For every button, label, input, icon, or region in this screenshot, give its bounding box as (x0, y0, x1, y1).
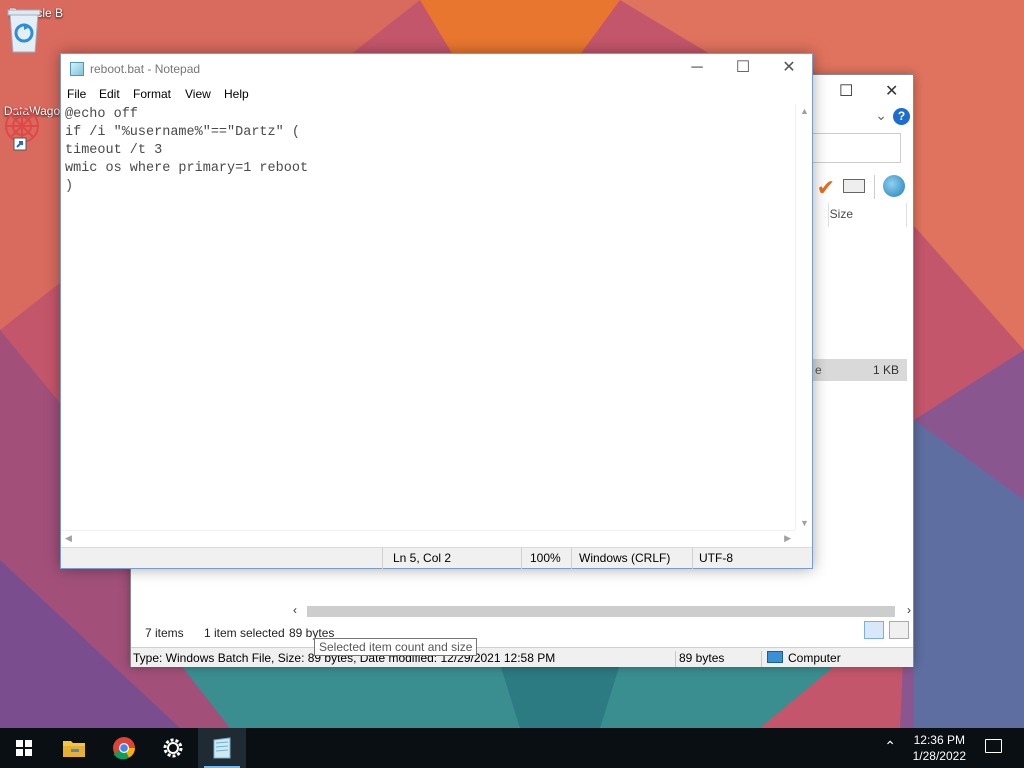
large-icons-view-icon[interactable] (889, 621, 909, 639)
menu-view[interactable]: View (185, 87, 211, 101)
menu-file[interactable]: File (67, 87, 86, 101)
maximize-icon[interactable]: ☐ (720, 54, 766, 84)
divider (521, 548, 522, 569)
window-title: reboot.bat - Notepad (90, 62, 201, 76)
divider (571, 548, 572, 569)
item-count: 7 items (145, 626, 184, 640)
explorer-details-bar: Type: Windows Batch File, Size: 89 bytes… (131, 647, 913, 667)
chrome-icon (113, 737, 135, 760)
taskbar-settings[interactable] (149, 728, 197, 768)
vertical-scrollbar[interactable]: ▲ ▼ (795, 104, 812, 530)
maximize-icon[interactable]: ☐ (839, 81, 853, 101)
divider (675, 651, 676, 667)
details-size: 89 bytes (679, 651, 725, 665)
divider (692, 548, 693, 569)
taskbar-clock[interactable]: 12:36 PM 1/28/2022 (913, 732, 966, 764)
close-icon[interactable]: ✕ (885, 81, 898, 101)
divider (382, 548, 383, 569)
scroll-up-icon[interactable]: ▲ (800, 106, 809, 116)
datawagon-shortcut-icon (5, 109, 39, 151)
column-divider[interactable] (906, 203, 907, 227)
tooltip: Selected item count and size (314, 638, 478, 656)
text-editor[interactable]: @echo off if /i "%username%"=="Dartz" ( … (61, 104, 795, 530)
encoding: UTF-8 (699, 551, 733, 565)
notepad-window: reboot.bat - Notepad ─ ☐ ✕ File Edit For… (60, 53, 813, 569)
shell-icon[interactable] (883, 175, 905, 197)
menu-bar: File Edit Format View Help (61, 84, 812, 104)
notification-icon[interactable] (985, 739, 1002, 753)
desktop-icon-recycle-bin[interactable]: Recycle B (4, 6, 68, 53)
scroll-left-icon[interactable]: ◀ (65, 533, 72, 544)
taskbar: ⌃ 12:36 PM 1/28/2022 (0, 728, 1024, 768)
menu-help[interactable]: Help (224, 87, 249, 101)
desktop-icon-datawagon[interactable]: DataWago (0, 104, 64, 151)
menu-edit[interactable]: Edit (99, 87, 120, 101)
menu-format[interactable]: Format (133, 87, 171, 101)
cursor-position: Ln 5, Col 2 (393, 551, 452, 565)
start-button[interactable] (0, 728, 48, 768)
line-ending: Windows (CRLF) (579, 551, 671, 565)
divider (761, 651, 762, 667)
notepad-status-bar: Ln 5, Col 2 100% Windows (CRLF) UTF-8 (61, 547, 812, 569)
mail-icon[interactable] (843, 179, 865, 193)
clock-date: 1/28/2022 (912, 749, 966, 763)
settings-icon (163, 738, 183, 758)
notepad-title-bar[interactable]: reboot.bat - Notepad ─ ☐ ✕ (61, 54, 812, 84)
help-icon[interactable]: ? (893, 108, 910, 125)
computer-icon (767, 651, 783, 663)
selected-count: 1 item selected (204, 626, 285, 640)
location-label: Computer (788, 651, 841, 665)
recycle-bin-icon (7, 9, 41, 53)
taskbar-chrome[interactable] (100, 728, 148, 768)
file-name-fragment: e (815, 363, 822, 377)
close-icon[interactable]: ✕ (766, 54, 812, 84)
start-icon (16, 740, 32, 756)
zoom-level: 100% (530, 551, 561, 565)
notepad-icon (70, 62, 84, 76)
scrollbar-thumb[interactable] (307, 606, 895, 617)
scroll-down-icon[interactable]: ▼ (800, 518, 809, 528)
minimize-icon[interactable]: ─ (674, 54, 720, 84)
scroll-right-icon[interactable]: › (907, 603, 911, 617)
taskbar-notepad[interactable] (198, 728, 246, 768)
horizontal-scrollbar[interactable]: ‹ › (291, 603, 913, 619)
file-size: 1 KB (872, 363, 899, 377)
chevron-down-icon[interactable]: ⌄ (875, 107, 887, 124)
view-toggle (862, 621, 909, 642)
notepad-icon (213, 737, 231, 759)
toolbar-divider (874, 175, 875, 199)
chevron-up-icon[interactable]: ⌃ (884, 738, 896, 755)
horizontal-scrollbar[interactable]: ◀ ▶ (61, 530, 795, 547)
scroll-left-icon[interactable]: ‹ (293, 603, 297, 617)
checkmark-icon[interactable]: ✔ (817, 175, 835, 201)
taskbar-file-explorer[interactable] (50, 728, 98, 768)
explorer-status-bar: 7 items 1 item selected 89 bytes (131, 623, 913, 645)
column-header-size[interactable]: Size (830, 207, 853, 221)
scroll-right-icon[interactable]: ▶ (784, 533, 791, 544)
file-explorer-icon (63, 741, 85, 757)
selected-file-row[interactable]: e 1 KB (813, 359, 907, 381)
clock-time: 12:36 PM (913, 733, 965, 747)
details-view-icon[interactable] (863, 621, 884, 639)
